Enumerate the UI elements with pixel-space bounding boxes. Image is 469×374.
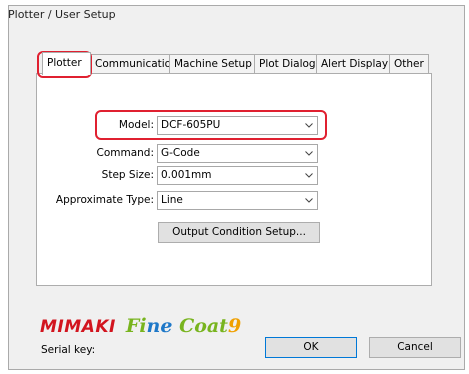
step-size-label: Step Size: <box>101 169 154 181</box>
tab-plot-dialog[interactable]: Plot Dialog <box>254 54 317 74</box>
ok-button[interactable]: OK <box>265 337 357 358</box>
tab-alert-display[interactable]: Alert Display <box>316 54 390 74</box>
tab-machine-setup[interactable]: Machine Setup <box>169 54 255 74</box>
command-select[interactable]: G-Code <box>157 144 318 163</box>
finecoat-logo: Fine Coat9 <box>125 315 242 337</box>
tab-communication[interactable]: Communication <box>90 54 178 74</box>
tab-other[interactable]: Other <box>389 54 429 74</box>
step-size-value: 0.001mm <box>161 169 212 181</box>
approximate-type-label: Approximate Type: <box>55 194 154 206</box>
tab-plotter[interactable]: Plotter <box>42 52 91 75</box>
step-size-select[interactable]: 0.001mm <box>157 166 318 185</box>
approximate-type-select[interactable]: Line <box>157 191 318 210</box>
output-condition-setup-button[interactable]: Output Condition Setup... <box>158 222 320 243</box>
chevron-down-icon <box>305 173 313 178</box>
command-label: Command: <box>96 147 154 159</box>
chevron-down-icon <box>305 123 313 128</box>
chevron-down-icon <box>305 198 313 203</box>
mimaki-logo: MIMAKI <box>40 317 116 337</box>
serial-key-label: Serial key: <box>41 344 96 356</box>
chevron-down-icon <box>305 151 313 156</box>
mimaki-finecoat-logo: MIMAKI Fine Coat9 <box>40 315 241 339</box>
model-value: DCF-605PU <box>161 119 221 131</box>
model-label: Model: <box>118 119 154 131</box>
cancel-button[interactable]: Cancel <box>369 337 461 358</box>
approximate-type-value: Line <box>161 194 183 206</box>
window-title: Plotter / User Setup <box>8 8 116 21</box>
model-select[interactable]: DCF-605PU <box>157 116 318 135</box>
dialog-page: Plotter / User Setup Plotter Communicati… <box>0 0 469 374</box>
command-value: G-Code <box>161 147 200 159</box>
